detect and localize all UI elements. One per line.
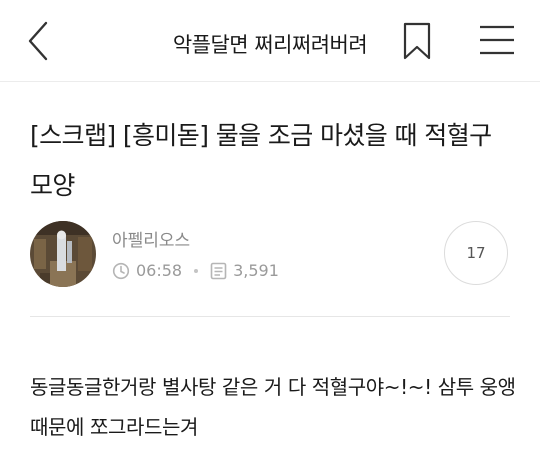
view-count-icon [210, 262, 227, 279]
post-body: 동글동글한거랑 별사탕 같은 거 다 적혈구야~!~! 삼투 웅앵 때문에 쪼그… [30, 375, 516, 439]
bookmark-button[interactable] [401, 22, 433, 60]
top-bar: 악플달면 쩌리쩌려버려 [0, 0, 540, 82]
separator-dot [194, 268, 199, 273]
divider [30, 316, 510, 317]
author-name[interactable]: 아펠리오스 [112, 226, 190, 251]
menu-button[interactable] [478, 22, 516, 58]
cafe-title[interactable]: 악플달면 쩌리쩌려버려 [0, 29, 540, 59]
author-avatar[interactable] [30, 221, 96, 287]
view-count: 3,591 [233, 261, 279, 280]
avatar-image [30, 221, 96, 287]
hamburger-menu-icon [480, 25, 514, 55]
comment-count-button[interactable]: 17 [444, 221, 508, 285]
comment-count: 17 [466, 244, 486, 262]
clock-icon [112, 262, 130, 279]
post-meta: 06:58 3,591 [112, 261, 279, 280]
post-title: [스크랩] [흥미돋] 물을 조금 마셨을 때 적혈구 모양 [30, 121, 492, 200]
post-time: 06:58 [136, 261, 183, 280]
bookmark-icon [403, 22, 431, 60]
